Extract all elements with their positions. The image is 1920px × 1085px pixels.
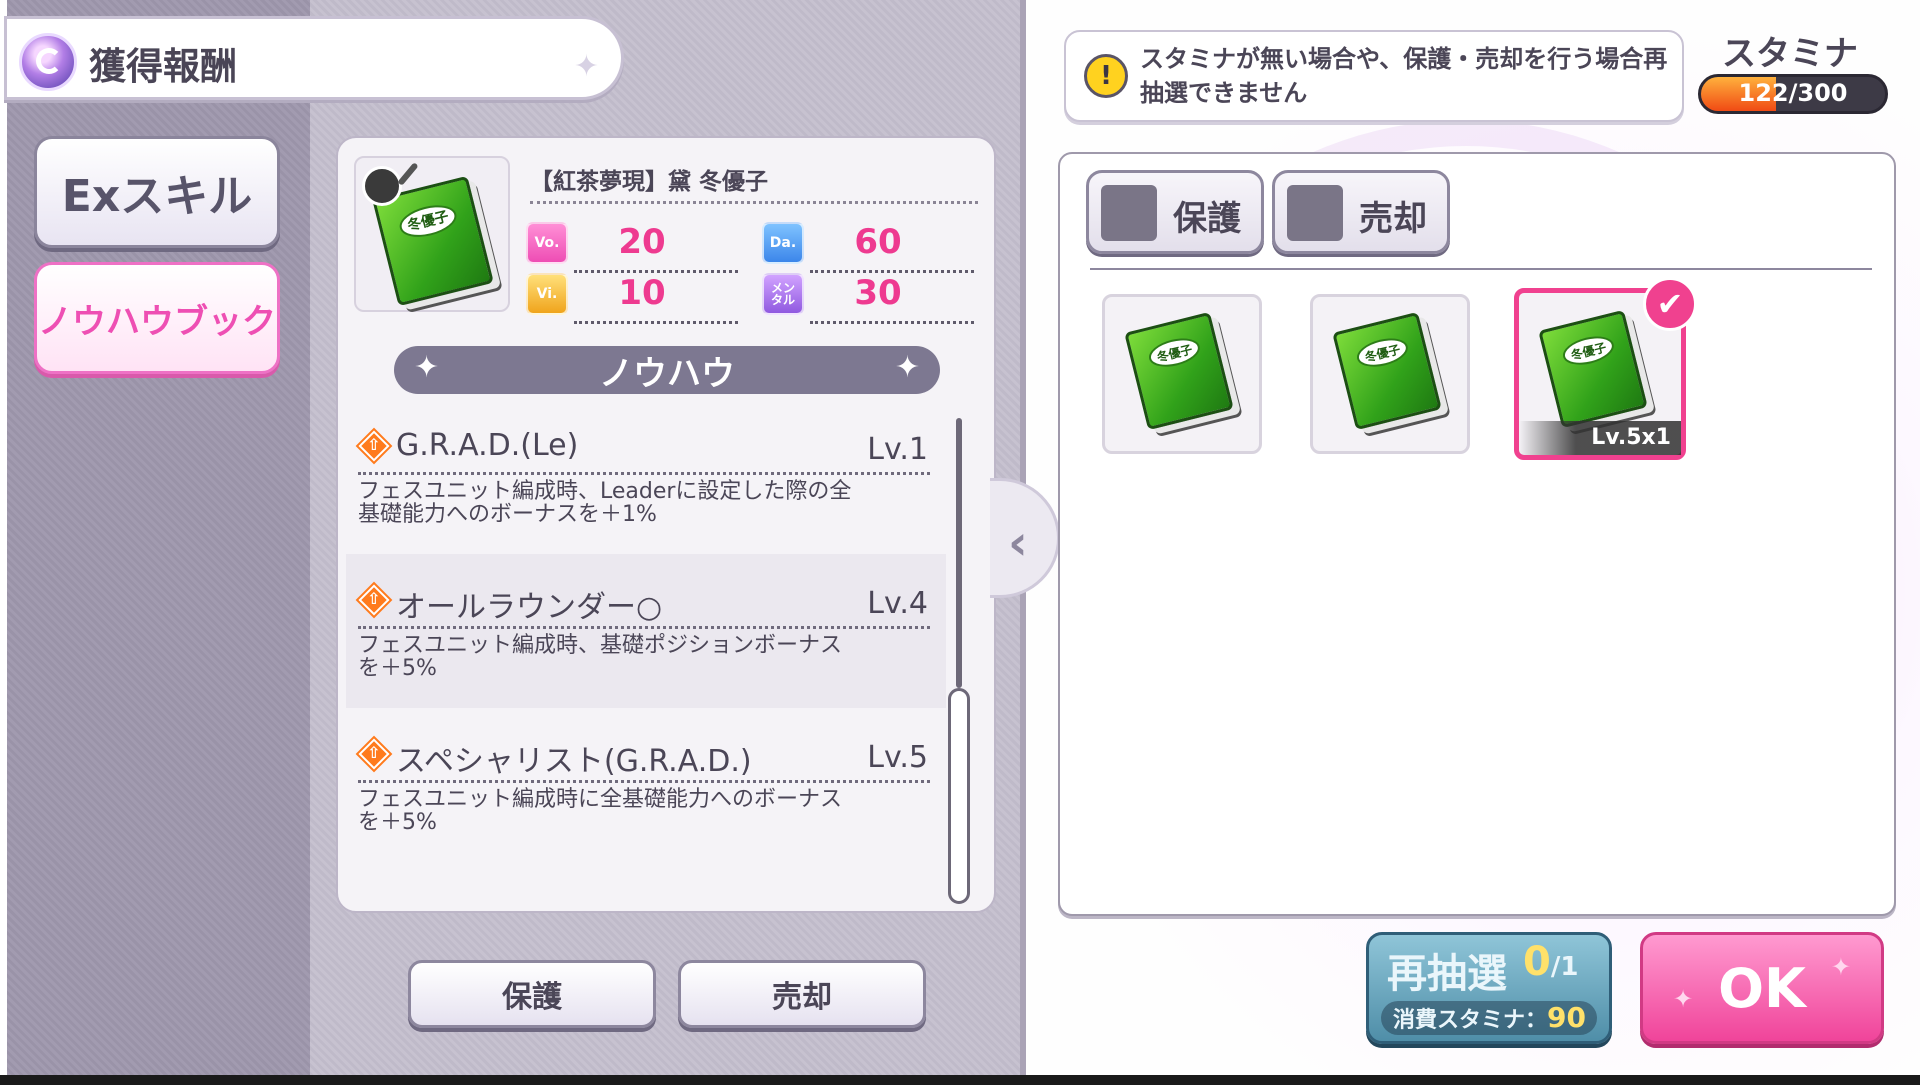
knowhow-description: フェスユニット編成時に全基礎能力へのボーナスを＋5% — [358, 787, 843, 835]
reroll-title: 再抽選 — [1387, 951, 1507, 997]
stamina-label: スタミナ — [1722, 34, 1858, 74]
sell-button[interactable]: 売却 — [678, 960, 926, 1028]
knowhow-level: Lv.4 — [867, 586, 928, 621]
visual-value: 10 — [618, 273, 666, 313]
checkbox[interactable] — [1287, 185, 1343, 241]
reroll-cost-value: 90 — [1547, 1001, 1586, 1034]
warning-icon: ! — [1084, 54, 1128, 98]
knowhow-list[interactable]: ⇧ G.R.A.D.(Le) Lv.1 フェスユニット編成時、Leaderに設定… — [346, 400, 946, 900]
stat-vocal: Vo. 20 — [526, 220, 738, 273]
visual-badge: Vi. — [526, 273, 568, 315]
filter-label: 保護 — [1173, 199, 1241, 239]
book-label: 冬優子 — [1353, 333, 1412, 372]
inventory-item[interactable]: ◌ 冬優子 — [1310, 294, 1470, 454]
pin-icon — [362, 166, 402, 206]
stamina-bar: 122/300 — [1698, 74, 1888, 114]
scrollbar[interactable] — [948, 418, 970, 904]
stat-dance: Da. 60 — [762, 220, 974, 273]
filter-label: 売却 — [1359, 199, 1427, 239]
stat-visual: Vi. 10 — [526, 271, 738, 324]
sparkle-icon: ✦ — [1673, 985, 1694, 1013]
book-label: 冬優子 — [1559, 331, 1618, 370]
scrollbar-thumb[interactable] — [948, 688, 970, 904]
inventory-item-selected[interactable]: ◌ 冬優子 Lv.5x1 ✔ — [1514, 277, 1697, 460]
book-icon: 冬優子 — [1332, 311, 1442, 431]
ok-button[interactable]: ✦ OK ✦ — [1640, 932, 1884, 1044]
checkbox[interactable] — [1101, 185, 1157, 241]
bottom-strip — [0, 1075, 1920, 1085]
reroll-count: 0/1 — [1523, 939, 1579, 985]
mental-badge-text: メン タル — [770, 281, 795, 307]
inventory-panel: 保護 売却 ◌ 冬優子 ◌ 冬優子 ◌ 冬優子 Lv.5x1 ✔ — [1058, 152, 1896, 916]
chevron-left-icon: ‹ — [1008, 515, 1028, 571]
knowhow-description: フェスユニット編成時、Leaderに設定した際の全基礎能力へのボーナスを＋1% — [358, 479, 852, 527]
item-level: Lv.5x1 — [1519, 421, 1681, 455]
tab-knowhow-book[interactable]: ノウハウブック — [34, 262, 280, 374]
vocal-value: 20 — [618, 222, 666, 262]
knowhow-description: フェスユニット編成時、基礎ポジションボーナスを＋5% — [358, 633, 843, 681]
ok-label: OK — [1718, 956, 1806, 1020]
knowhow-level: Lv.5 — [867, 740, 928, 775]
stat-mental: メン タル 30 — [762, 271, 974, 324]
knowhow-name: オールラウンダー○ — [396, 590, 663, 625]
knowhow-section-header: ✦ ノウハウ ✦ — [394, 346, 940, 394]
list-item: ⇧ スペシャリスト(G.R.A.D.) Lv.5 フェスユニット編成時に全基礎能… — [346, 708, 946, 862]
protect-button[interactable]: 保護 — [408, 960, 656, 1028]
tab-ex-skill[interactable]: Exスキル — [34, 136, 280, 248]
left-edge — [0, 0, 7, 1075]
reroll-cost-label: 消費スタミナ： — [1393, 1008, 1548, 1033]
section-title: ノウハウ — [599, 353, 735, 394]
book-label: 冬優子 — [395, 199, 461, 243]
item-thumbnail: 冬優子 — [354, 156, 510, 312]
book-label: 冬優子 — [1145, 333, 1204, 372]
notice-box: ! スタミナが無い場合や、保護・売却を行う場合再抽選できません — [1064, 30, 1684, 122]
divider — [1090, 268, 1872, 270]
rank-up-icon: ⇧ — [358, 430, 390, 462]
knowhow-name: G.R.A.D.(Le) — [396, 428, 579, 463]
inventory-item[interactable]: ◌ 冬優子 — [1102, 294, 1262, 454]
page-title: 獲得報酬 — [89, 45, 237, 88]
knowhow-level: Lv.1 — [867, 432, 928, 467]
divider — [530, 201, 978, 204]
vocal-badge: Vo. — [526, 222, 568, 264]
item-name: 【紅茶夢現】黛 冬優子 — [530, 169, 769, 195]
list-item: ⇧ G.R.A.D.(Le) Lv.1 フェスユニット編成時、Leaderに設定… — [346, 400, 946, 554]
sparkle-icon: ✦ — [414, 350, 440, 385]
reroll-count-current: 0 — [1523, 939, 1551, 985]
rank-up-icon: ⇧ — [358, 584, 390, 616]
reward-emblem-icon — [19, 33, 77, 91]
dance-badge: Da. — [762, 222, 804, 264]
sparkle-icon: ✦ — [573, 49, 599, 84]
reroll-button[interactable]: 再抽選 0/1 消費スタミナ：90 — [1366, 932, 1612, 1044]
sparkle-icon: ✦ — [894, 350, 920, 385]
page-header: 獲得報酬 ✦ — [4, 16, 624, 100]
reroll-cost: 消費スタミナ：90 — [1381, 1001, 1597, 1035]
item-detail-panel: 冬優子 【紅茶夢現】黛 冬優子 Vo. 20 Da. 60 Vi. 10 メン … — [336, 136, 996, 913]
dance-value: 60 — [854, 222, 902, 262]
mental-badge: メン タル — [762, 273, 804, 315]
book-icon: 冬優子 — [1538, 309, 1648, 429]
check-icon: ✔ — [1643, 277, 1697, 331]
mental-value: 30 — [854, 273, 902, 313]
notice-text: スタミナが無い場合や、保護・売却を行う場合再抽選できません — [1140, 45, 1668, 107]
book-icon: 冬優子 — [1124, 311, 1234, 431]
filter-sell-toggle[interactable]: 売却 — [1272, 170, 1450, 254]
list-item: ⇧ オールラウンダー○ Lv.4 フェスユニット編成時、基礎ポジションボーナスを… — [346, 554, 946, 708]
stamina-value: 122/300 — [1738, 79, 1848, 107]
sparkle-icon: ✦ — [1830, 953, 1851, 981]
reroll-count-max: 1 — [1560, 952, 1579, 982]
filter-protect-toggle[interactable]: 保護 — [1086, 170, 1264, 254]
knowhow-name: スペシャリスト(G.R.A.D.) — [396, 744, 752, 779]
rank-up-icon: ⇧ — [358, 738, 390, 770]
